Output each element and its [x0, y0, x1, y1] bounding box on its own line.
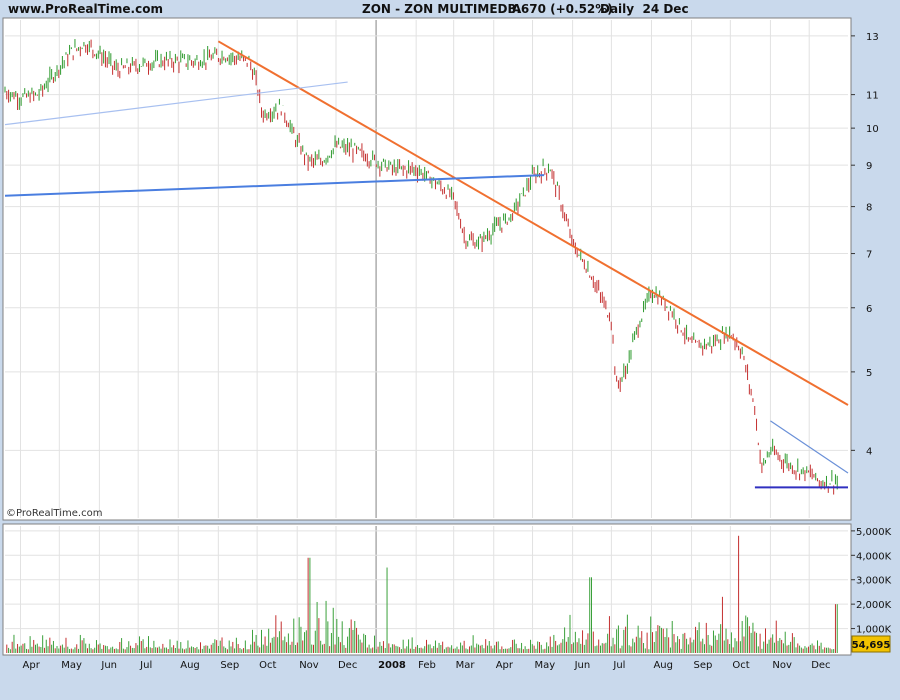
x-tick-label: Feb: [418, 660, 436, 671]
x-tick-label: Mar: [456, 660, 476, 671]
volume-y-tick-label: 2,000K: [856, 600, 892, 611]
y-tick-label: 7: [866, 250, 872, 261]
x-tick-label: Sep: [220, 660, 239, 671]
chart-header: www.ProRealTime.com ZON - ZON MULTIMEDIA…: [0, 0, 900, 18]
price-change: 3.670 (+0.52%): [508, 2, 613, 16]
x-tick-label: Aug: [180, 660, 200, 671]
x-tick-label: Dec: [338, 660, 357, 671]
x-tick-label: May: [61, 660, 82, 671]
x-tick-label: Nov: [299, 660, 319, 671]
x-tick-label: 2008: [378, 660, 406, 671]
x-tick-label: Aug: [653, 660, 673, 671]
y-tick-label: 4: [866, 446, 872, 457]
price-panel: [2, 17, 852, 521]
x-tick-label: Dec: [811, 660, 830, 671]
y-tick-label: 6: [866, 304, 872, 315]
y-tick-label: 10: [866, 124, 879, 135]
instrument-title: ZON - ZON MULTIMEDIA: [362, 2, 522, 16]
volume-y-tick-label: 3,000K: [856, 576, 892, 587]
x-tick-label: Oct: [259, 660, 276, 671]
y-tick-label: 13: [866, 32, 879, 43]
volume-badge: 54,695: [852, 640, 891, 651]
period-label: Daily 24 Dec: [600, 2, 689, 16]
x-tick-label: Apr: [23, 660, 41, 671]
site-label[interactable]: www.ProRealTime.com: [8, 2, 163, 16]
x-tick-label: Jul: [139, 660, 152, 671]
volume-y-tick-label: 4,000K: [856, 551, 892, 562]
x-tick-label: Oct: [732, 660, 749, 671]
x-tick-label: May: [535, 660, 556, 671]
x-tick-label: Sep: [694, 660, 713, 671]
x-tick-label: Jul: [612, 660, 625, 671]
volume-y-tick-label: 1,000K: [856, 625, 892, 636]
y-tick-label: 8: [866, 203, 872, 214]
x-tick-label: Jun: [100, 660, 117, 671]
y-tick-label: 11: [866, 91, 879, 102]
volume-y-tick-label: 5,000K: [856, 527, 892, 538]
y-tick-label: 5: [866, 368, 872, 379]
stock-chart: Apr May Jun Jul Aug Sep Oct Nov Dec 2008 Feb Mar Apr…: [2, 17, 892, 671]
x-tick-label: Apr: [496, 660, 514, 671]
x-tick-label: Nov: [772, 660, 792, 671]
volume-panel: [2, 523, 852, 656]
y-tick-label: 9: [866, 161, 872, 172]
watermark: ©ProRealTime.com: [6, 508, 102, 519]
x-tick-label: Jun: [574, 660, 591, 671]
